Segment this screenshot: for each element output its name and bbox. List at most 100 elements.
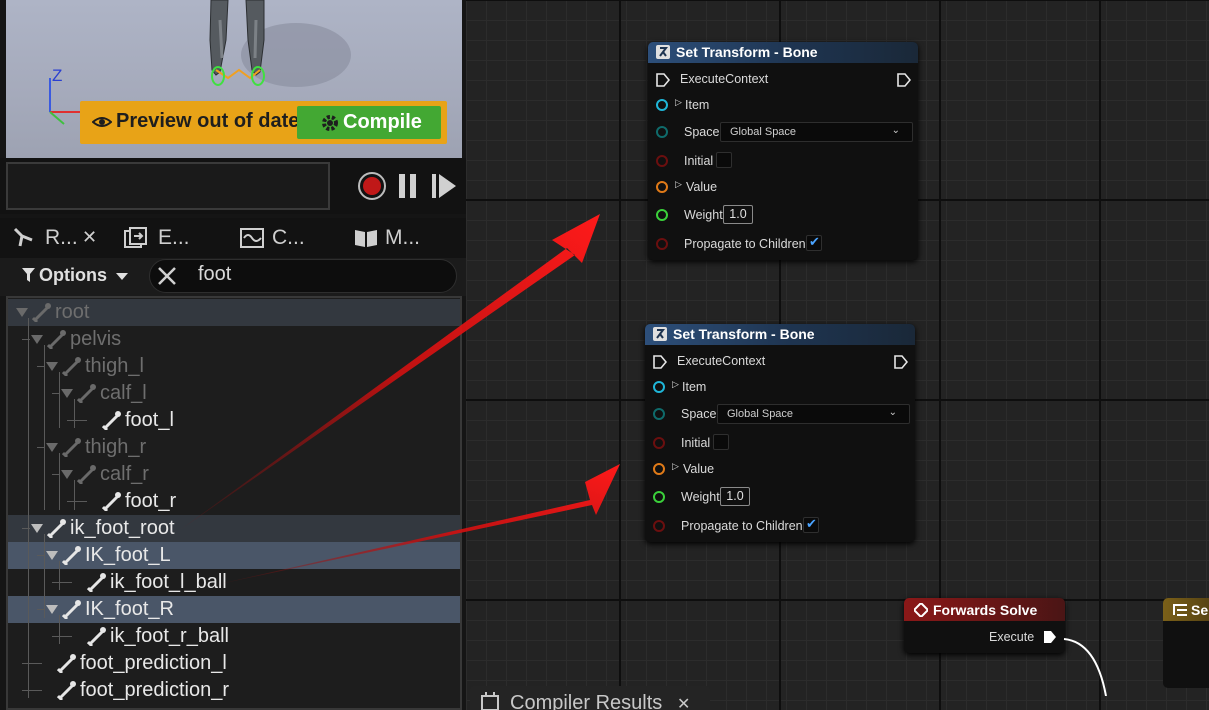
sequence-icon <box>1173 604 1187 616</box>
item-pin[interactable] <box>656 99 668 111</box>
bone-icon <box>62 546 81 565</box>
space-pin[interactable] <box>653 408 665 420</box>
tree-connector <box>44 345 45 510</box>
expand-arrow-icon[interactable] <box>46 443 58 453</box>
expand-arrow-icon[interactable] <box>31 335 43 345</box>
expand-arrow-icon[interactable]: ▷ <box>675 97 682 108</box>
expand-arrow-icon[interactable] <box>46 605 58 615</box>
compiler-icon <box>481 692 499 710</box>
record-icon[interactable] <box>356 170 388 202</box>
tree-item[interactable]: foot_l <box>8 407 460 434</box>
exec-output-pin[interactable] <box>897 73 911 87</box>
compile-label: Compile <box>343 111 422 133</box>
tree-item[interactable]: pelvis <box>8 326 460 353</box>
function-icon <box>656 45 670 59</box>
propagate-pin[interactable] <box>656 238 668 250</box>
tab-modules[interactable]: M... <box>353 225 433 253</box>
exec-input-pin[interactable] <box>653 355 667 369</box>
item-pin[interactable] <box>653 381 665 393</box>
expand-arrow-icon[interactable] <box>31 524 43 534</box>
propagate-pin[interactable] <box>653 520 665 532</box>
exec-output-pin[interactable] <box>894 355 908 369</box>
space-pin[interactable] <box>656 126 668 138</box>
tree-item[interactable]: IK_foot_R <box>8 596 460 623</box>
bone-icon <box>102 411 121 430</box>
weight-input[interactable]: 1.0 <box>723 205 753 224</box>
propagate-checkbox[interactable]: ✔ <box>806 234 822 251</box>
tree-item[interactable]: ik_foot_root <box>8 515 460 542</box>
filter-icon <box>22 268 35 282</box>
tree-item[interactable]: foot_prediction_l <box>8 650 460 677</box>
value-label: Value <box>683 462 715 476</box>
initial-checkbox[interactable] <box>716 152 732 168</box>
checkmark-icon: ✔ <box>806 516 817 531</box>
expand-arrow-icon[interactable] <box>61 470 73 480</box>
tree-item[interactable]: ik_foot_l_ball <box>8 569 460 596</box>
value-pin[interactable] <box>656 181 668 193</box>
forwards-solve-node[interactable]: Forwards Solve Execute <box>904 598 1065 653</box>
tree-item[interactable]: root <box>8 299 460 326</box>
tree-item[interactable]: foot_r <box>8 488 460 515</box>
search-input[interactable] <box>149 259 457 293</box>
bone-icon <box>62 438 81 457</box>
space-dropdown[interactable]: Global Space ⌄ <box>720 122 913 142</box>
bone-icon <box>77 384 96 403</box>
set-transform-node[interactable]: Set Transform - Bone ExecuteContext ▷ Item… <box>648 42 918 260</box>
weight-pin[interactable] <box>656 209 668 221</box>
expand-arrow-icon[interactable] <box>46 362 58 372</box>
expand-arrow-icon[interactable] <box>16 308 28 318</box>
compile-button[interactable]: Compile <box>297 106 441 139</box>
propagate-checkbox[interactable]: ✔ <box>803 516 819 533</box>
tree-item[interactable]: calf_r <box>8 461 460 488</box>
partial-node[interactable]: Se <box>1163 598 1209 688</box>
tab-rig-hierarchy[interactable]: R... ✕ <box>12 225 102 253</box>
tab-curve-container[interactable]: C... <box>239 225 319 253</box>
space-label: Space <box>684 125 720 139</box>
close-icon[interactable]: ✕ <box>677 694 690 710</box>
tree-item-label: ik_foot_r_ball <box>110 625 229 647</box>
clear-search-icon[interactable] <box>156 265 178 287</box>
tree-item[interactable]: thigh_l <box>8 353 460 380</box>
exec-output-pin[interactable] <box>1043 630 1057 644</box>
value-pin[interactable] <box>653 463 665 475</box>
rig-hierarchy-icon <box>13 227 33 247</box>
options-button[interactable]: Options <box>22 265 129 286</box>
space-label: Space <box>681 407 717 421</box>
pause-icon[interactable] <box>397 173 419 199</box>
search-text: foot <box>198 263 232 285</box>
expand-arrow-icon[interactable]: ▷ <box>672 379 679 390</box>
tree-connector <box>52 636 72 637</box>
tree-connector <box>52 582 72 583</box>
tree-connector <box>59 615 60 644</box>
tree-connector <box>28 318 29 698</box>
expand-arrow-icon[interactable]: ▷ <box>672 461 679 472</box>
tree-item[interactable]: ik_foot_r_ball <box>8 623 460 650</box>
tree-item[interactable]: IK_foot_L <box>8 542 460 569</box>
tree-item-label: IK_foot_R <box>85 598 174 620</box>
expand-arrow-icon[interactable]: ▷ <box>675 179 682 190</box>
tree-item-label: foot_r <box>125 490 177 512</box>
space-dropdown[interactable]: Global Space ⌄ <box>717 404 910 424</box>
tab-execution-stack[interactable]: E... <box>123 225 203 253</box>
node-title: Set Transform - Bone <box>673 326 815 342</box>
initial-pin[interactable] <box>656 155 668 167</box>
initial-pin[interactable] <box>653 437 665 449</box>
bone-icon <box>102 492 121 511</box>
weight-pin[interactable] <box>653 491 665 503</box>
initial-label: Initial <box>684 154 714 168</box>
exec-input-pin[interactable] <box>656 73 670 87</box>
step-forward-icon[interactable] <box>430 173 458 199</box>
tree-item[interactable]: thigh_r <box>8 434 460 461</box>
tree-item[interactable]: calf_l <box>8 380 460 407</box>
tree-item-label: ik_foot_root <box>70 517 175 539</box>
set-transform-node[interactable]: Set Transform - Bone ExecuteContext ▷ Item… <box>645 324 915 542</box>
expand-arrow-icon[interactable] <box>46 551 58 561</box>
close-icon[interactable]: ✕ <box>82 227 97 248</box>
weight-input[interactable]: 1.0 <box>720 487 750 506</box>
execute-context-label: ExecuteContext <box>680 72 769 86</box>
initial-label: Initial <box>681 436 711 450</box>
initial-checkbox[interactable] <box>713 434 729 450</box>
expand-arrow-icon[interactable] <box>61 389 73 399</box>
tree-item[interactable]: foot_prediction_r <box>8 677 460 704</box>
axis-label-z: Z <box>52 66 63 85</box>
